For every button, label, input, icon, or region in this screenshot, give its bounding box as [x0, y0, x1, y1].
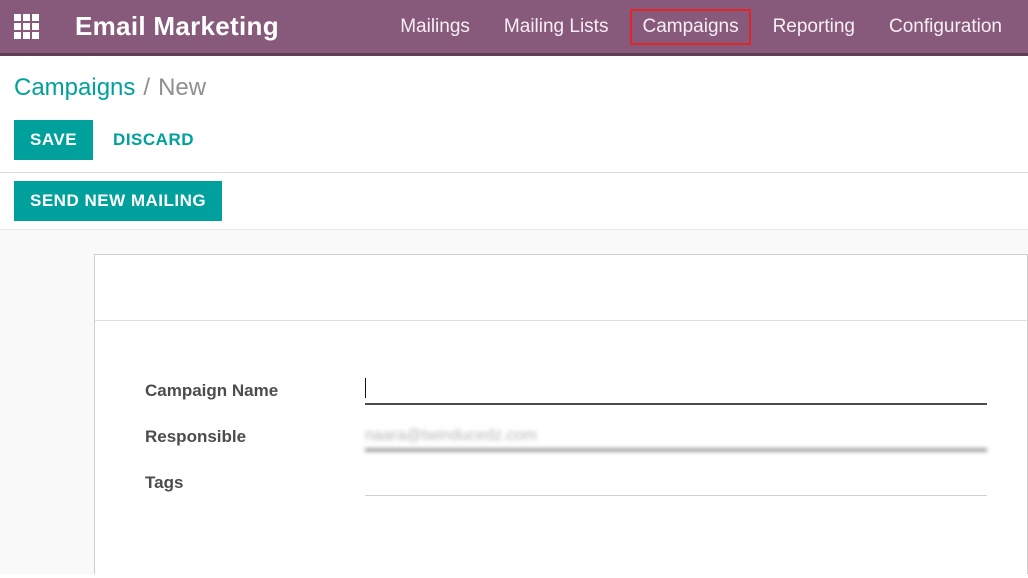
nav-item-campaigns[interactable]: Campaigns — [630, 9, 750, 45]
breadcrumb-sep: / — [143, 74, 150, 102]
label-campaign-name: Campaign Name — [145, 381, 365, 401]
control-area: Campaigns / New SAVE DISCARD — [0, 56, 1028, 173]
discard-button[interactable]: DISCARD — [113, 120, 194, 160]
breadcrumb-current: New — [158, 74, 206, 102]
save-button[interactable]: SAVE — [14, 120, 93, 160]
field-tags-wrap — [365, 469, 987, 496]
breadcrumb: Campaigns / New — [14, 74, 1014, 102]
body-scroll: Campaign Name Responsible naara@twinduce… — [0, 230, 1028, 574]
field-campaign-name-wrap — [365, 377, 987, 405]
breadcrumb-parent[interactable]: Campaigns — [14, 74, 135, 102]
send-new-mailing-button[interactable]: SEND NEW MAILING — [14, 181, 222, 221]
row-responsible: Responsible naara@twinducedz.com — [145, 423, 987, 451]
tags-input[interactable] — [365, 469, 987, 496]
label-responsible: Responsible — [145, 427, 365, 447]
subaction-area: SEND NEW MAILING — [0, 173, 1028, 230]
row-campaign-name: Campaign Name — [145, 377, 987, 405]
nav-item-mailing-lists[interactable]: Mailing Lists — [492, 9, 621, 45]
text-caret-icon — [365, 378, 366, 398]
responsible-input[interactable]: naara@twinducedz.com — [365, 423, 987, 451]
apps-icon[interactable] — [14, 14, 39, 39]
campaign-name-input[interactable] — [365, 377, 987, 405]
form-grid: Campaign Name Responsible naara@twinduce… — [95, 321, 1027, 538]
nav-item-configuration[interactable]: Configuration — [877, 9, 1014, 45]
nav-items: Mailings Mailing Lists Campaigns Reporti… — [388, 9, 1014, 45]
topbar: Email Marketing Mailings Mailing Lists C… — [0, 0, 1028, 56]
nav-item-reporting[interactable]: Reporting — [761, 9, 867, 45]
action-row: SAVE DISCARD — [14, 120, 1014, 160]
nav-item-mailings[interactable]: Mailings — [388, 9, 482, 45]
label-tags: Tags — [145, 473, 365, 493]
app-title: Email Marketing — [75, 11, 279, 42]
form-sheet: Campaign Name Responsible naara@twinduce… — [94, 254, 1028, 574]
sheet-head — [95, 255, 1027, 321]
field-responsible-wrap: naara@twinducedz.com — [365, 423, 987, 451]
row-tags: Tags — [145, 469, 987, 496]
